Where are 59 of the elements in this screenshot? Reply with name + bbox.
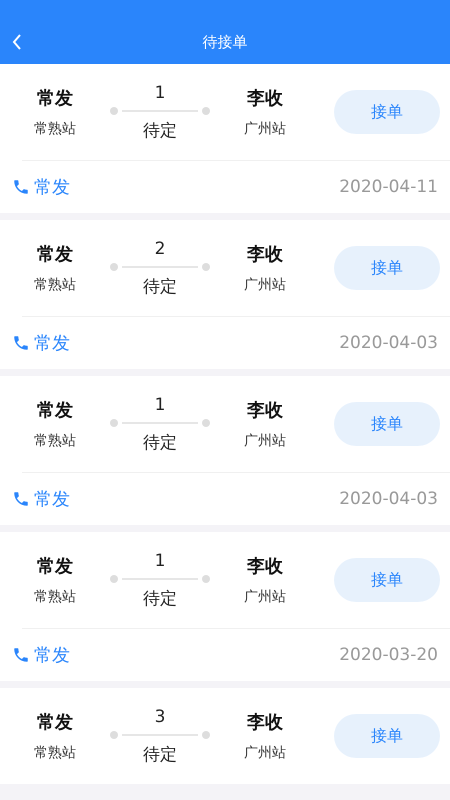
call-link[interactable]: 常发 [12, 643, 70, 667]
sender-name: 常发 [37, 399, 73, 422]
station-name: 广州站 [244, 432, 286, 450]
receiver-name: 李收 [247, 87, 283, 110]
status-text: 待定 [143, 588, 177, 610]
item-count: 1 [154, 550, 166, 570]
station-name: 常熟站 [34, 276, 76, 294]
route-dot [110, 106, 118, 114]
item-count: 1 [154, 394, 166, 414]
route-dot [110, 262, 118, 270]
route-dot [202, 574, 210, 582]
station-name: 常熟站 [34, 744, 76, 762]
call-link[interactable]: 常发 [12, 331, 70, 355]
sender-name: 常发 [37, 87, 73, 110]
call-link[interactable]: 常发 [12, 487, 70, 511]
order-date: 2020-04-03 [339, 333, 438, 353]
sender-name: 常发 [37, 555, 73, 578]
phone-icon [12, 646, 30, 664]
status-text: 待定 [143, 276, 177, 298]
station-name: 广州站 [244, 744, 286, 762]
sender-name: 常发 [37, 243, 73, 266]
call-link[interactable]: 常发 [12, 175, 70, 199]
item-count: 2 [154, 238, 166, 258]
accept-button[interactable]: 接单 [334, 402, 440, 446]
station-name: 广州站 [244, 588, 286, 606]
order-date: 2020-04-03 [339, 489, 438, 509]
station-name: 常熟站 [34, 120, 76, 138]
route-dot [110, 418, 118, 426]
station-name: 广州站 [244, 120, 286, 138]
receiver-name: 李收 [247, 555, 283, 578]
order-date: 2020-03-20 [339, 645, 438, 665]
route-dot [110, 730, 118, 738]
sender-name: 常发 [37, 711, 73, 734]
accept-button[interactable]: 接单 [334, 558, 440, 602]
station-name: 广州站 [244, 276, 286, 294]
accept-button[interactable]: 接单 [334, 246, 440, 290]
phone-icon [12, 334, 30, 352]
station-name: 常熟站 [34, 588, 76, 606]
status-text: 待定 [143, 120, 177, 142]
route-dot [202, 106, 210, 114]
receiver-name: 李收 [247, 399, 283, 422]
phone-icon [12, 178, 30, 196]
item-count: 1 [154, 82, 166, 102]
page-title: 待接单 [202, 32, 248, 52]
order-date: 2020-04-11 [339, 177, 438, 197]
status-text: 待定 [143, 744, 177, 766]
accept-button[interactable]: 接单 [334, 714, 440, 758]
receiver-name: 李收 [247, 711, 283, 734]
route-dot [202, 730, 210, 738]
back-icon [12, 33, 22, 51]
route-dot [202, 262, 210, 270]
item-count: 3 [154, 706, 166, 726]
route-dot [110, 574, 118, 582]
receiver-name: 李收 [247, 243, 283, 266]
status-text: 待定 [143, 432, 177, 454]
route-dot [202, 418, 210, 426]
phone-icon [12, 490, 30, 508]
station-name: 常熟站 [34, 432, 76, 450]
accept-button[interactable]: 接单 [334, 90, 440, 134]
